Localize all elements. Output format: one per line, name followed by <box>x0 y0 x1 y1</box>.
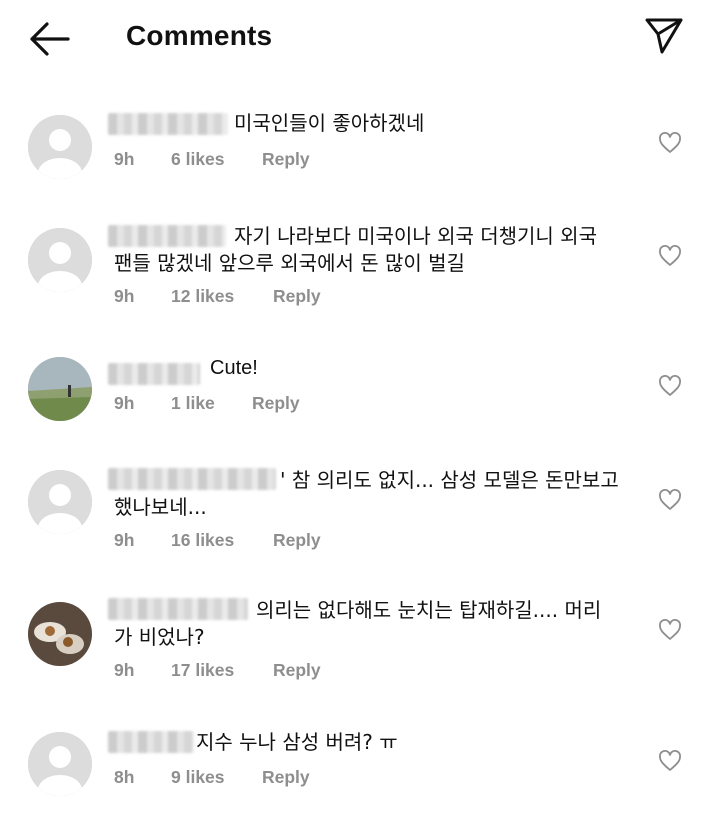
reply-button[interactable]: Reply <box>252 393 300 414</box>
username-blurred[interactable] <box>108 598 248 620</box>
username-blurred[interactable] <box>108 225 226 247</box>
reply-button[interactable]: Reply <box>273 660 321 681</box>
reply-button[interactable]: Reply <box>262 767 310 788</box>
heart-icon[interactable] <box>658 132 682 154</box>
paper-plane-icon <box>645 18 683 54</box>
default-avatar-icon[interactable] <box>28 470 92 534</box>
comment-time: 9h <box>114 393 135 413</box>
default-avatar-icon[interactable] <box>28 115 92 179</box>
photo-landscape-avatar[interactable] <box>28 357 92 421</box>
comment-text: 미국인들이 좋아하겠네 <box>234 111 425 135</box>
comment-time: 8h <box>114 767 135 787</box>
comment-text: 자기 나라보다 미국이나 외국 더챙기니 외국 <box>234 224 597 248</box>
username-blurred[interactable] <box>108 363 200 385</box>
comment-likes[interactable]: 1 like <box>171 393 215 414</box>
back-button[interactable] <box>26 20 72 58</box>
reply-button[interactable]: Reply <box>273 530 321 551</box>
comment-time: 9h <box>114 149 135 169</box>
comment-item: ' 참 의리도 없지... 삼성 모델은 돈만보고 했나보네... 9h 16 … <box>0 463 720 563</box>
comment-text: 했나보네... <box>114 495 207 519</box>
comment-text: Cute! <box>210 357 258 379</box>
heart-icon[interactable] <box>658 245 682 267</box>
photo-food-avatar[interactable] <box>28 602 92 666</box>
heart-icon[interactable] <box>658 489 682 511</box>
comment-likes[interactable]: 17 likes <box>171 660 234 681</box>
comment-item: Cute! 9h 1 like Reply <box>0 350 720 430</box>
comment-time: 9h <box>114 530 135 550</box>
heart-icon[interactable] <box>658 619 682 641</box>
comment-likes[interactable]: 9 likes <box>171 767 225 788</box>
comment-time: 9h <box>114 286 135 306</box>
comment-text: 의리는 없다해도 눈치는 탑재하길.... 머리 <box>256 598 602 622</box>
comment-item: 미국인들이 좋아하겠네 9h 6 likes Reply <box>0 105 720 195</box>
comment-text: 가 비었나? <box>114 625 205 649</box>
heart-icon[interactable] <box>658 375 682 397</box>
comment-text: ' 참 의리도 없지... 삼성 모델은 돈만보고 <box>280 468 619 492</box>
comment-item: 의리는 없다해도 눈치는 탑재하길.... 머리 가 비었나? 9h 17 li… <box>0 593 720 693</box>
page-title: Comments <box>126 20 273 51</box>
username-blurred[interactable] <box>108 468 276 490</box>
comment-time: 9h <box>114 660 135 680</box>
reply-button[interactable]: Reply <box>273 286 321 307</box>
share-button[interactable] <box>643 15 685 57</box>
arrow-left-icon <box>30 22 70 56</box>
comments-header: Comments <box>0 0 720 80</box>
default-avatar-icon[interactable] <box>28 228 92 292</box>
username-blurred[interactable] <box>108 113 228 135</box>
comment-likes[interactable]: 16 likes <box>171 530 234 551</box>
comment-item: 지수 누나 삼성 버려? ㅠ 8h 9 likes Reply <box>0 725 720 810</box>
reply-button[interactable]: Reply <box>262 149 310 170</box>
username-blurred[interactable] <box>108 731 194 753</box>
comment-likes[interactable]: 12 likes <box>171 286 234 307</box>
comment-likes[interactable]: 6 likes <box>171 149 225 170</box>
default-avatar-icon[interactable] <box>28 732 92 796</box>
comment-item: 자기 나라보다 미국이나 외국 더챙기니 외국 팬들 많겠네 앞으루 외국에서 … <box>0 218 720 318</box>
heart-icon[interactable] <box>658 750 682 772</box>
comment-text: 팬들 많겠네 앞으루 외국에서 돈 많이 벌길 <box>114 251 465 275</box>
comment-text: 지수 누나 삼성 버려? ㅠ <box>196 730 398 754</box>
